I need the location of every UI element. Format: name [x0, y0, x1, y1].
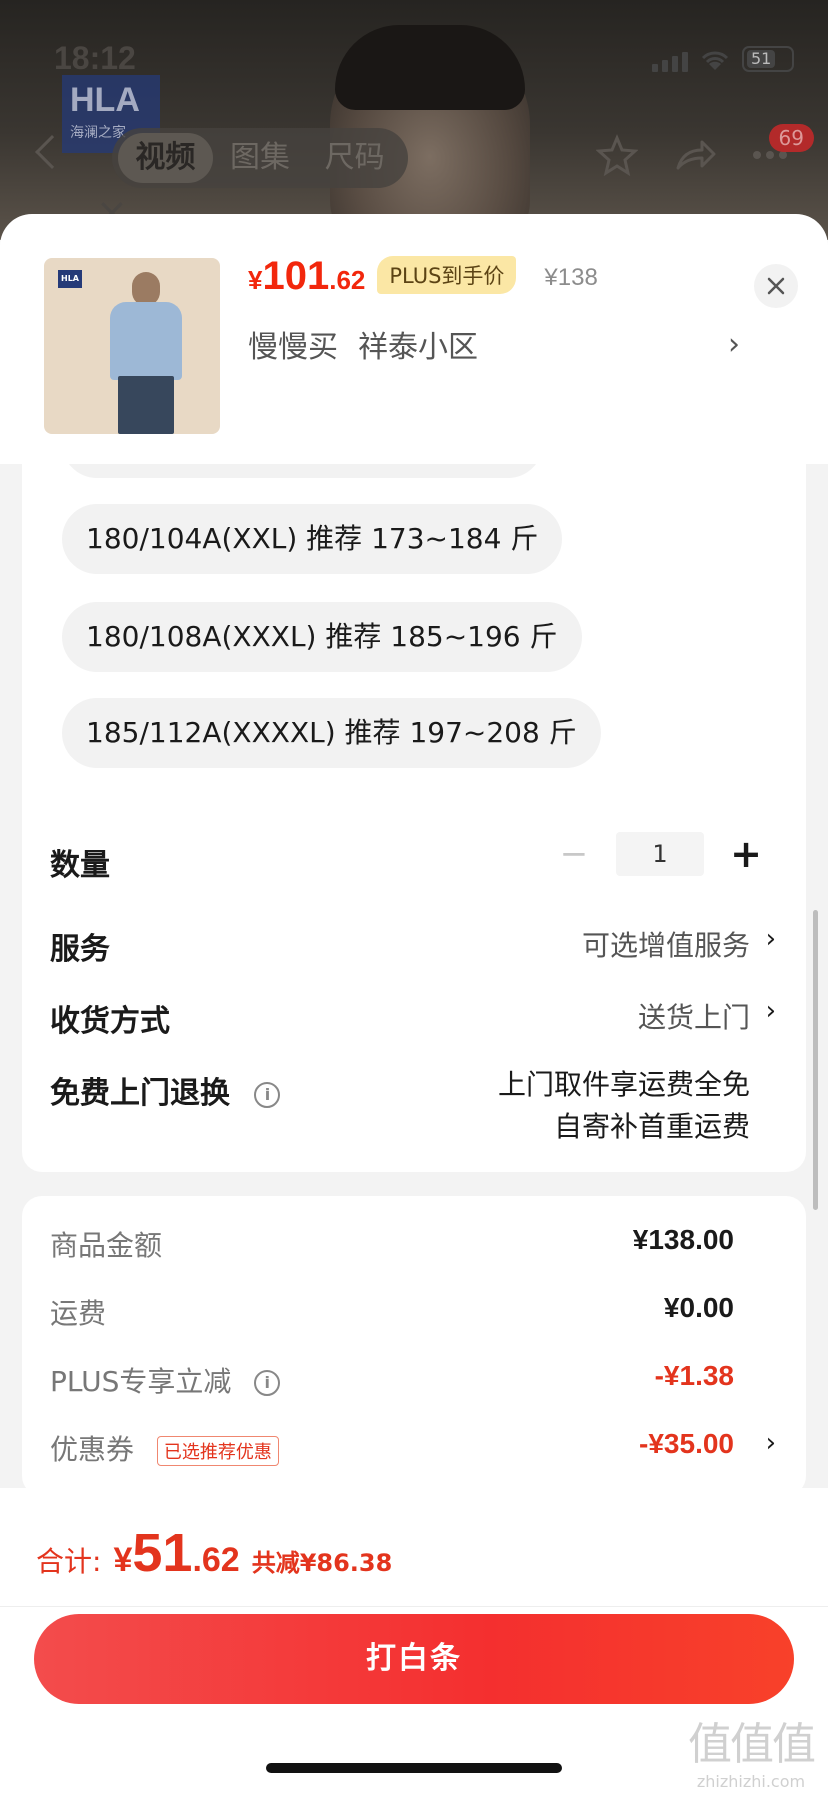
total-saved[interactable]: 共减¥86.38	[252, 1543, 393, 1578]
delivery-address-row[interactable]: 慢慢买 祥泰小区 ›	[248, 322, 740, 366]
watermark-logo: 值值值	[688, 1719, 816, 1770]
plus-price-tag: PLUS到手价	[377, 256, 517, 294]
info-icon[interactable]: i	[254, 1370, 281, 1396]
wifi-icon	[701, 51, 729, 70]
checkout-footer: 合计: ¥ 51 .62 共减¥86.38 打白条 值值值 zhizhizhi.…	[0, 1488, 828, 1793]
address-recipient: 慢慢买	[248, 330, 338, 365]
original-price: ¥138	[544, 264, 598, 291]
price-decimal: .62	[329, 265, 366, 295]
tab-video[interactable]: 视频	[118, 133, 213, 183]
size-chip[interactable]: 185/112A(XXXXL) 推荐 197~208 斤	[62, 698, 601, 768]
home-indicator[interactable]	[266, 1763, 562, 1773]
chevron-right-icon[interactable]: ›	[766, 924, 776, 954]
cellular-signal-icon	[652, 52, 688, 72]
info-icon[interactable]: i	[254, 1081, 281, 1108]
plus-discount-text: PLUS专享立减	[50, 1365, 232, 1398]
free-return-line1: 上门取件享运费全免	[497, 1068, 750, 1101]
watermark-url: zhizhizhi.com	[696, 1772, 806, 1791]
quantity-increase-button[interactable]: +	[726, 832, 766, 876]
plus-discount-label: PLUS专享立减 i	[50, 1360, 281, 1400]
model-photo-hair	[335, 25, 525, 110]
total-label: 合计:	[36, 1545, 102, 1578]
message-count-badge: 69	[768, 124, 814, 152]
delivery-method-label: 收货方式	[50, 1004, 170, 1039]
scrollbar[interactable]	[813, 910, 818, 1210]
quantity-input[interactable]: 1	[616, 832, 704, 876]
goods-amount-label: 商品金额	[50, 1229, 163, 1262]
free-return-label: 免费上门退换 i	[50, 1068, 281, 1112]
shipping-label: 运费	[50, 1297, 107, 1330]
total-integer: 51	[132, 1523, 193, 1583]
share-icon[interactable]	[674, 134, 716, 176]
quantity-label: 数量	[50, 848, 110, 883]
total-decimal: .62	[192, 1541, 240, 1579]
status-icons: 51	[652, 46, 794, 72]
free-return-text: 免费上门退换	[50, 1076, 230, 1111]
chevron-right-icon[interactable]: ›	[766, 1428, 776, 1458]
product-thumbnail[interactable]: HLA	[44, 258, 220, 434]
favorite-star-icon[interactable]	[596, 134, 638, 176]
media-tab-switcher: 视频 图集 尺码	[112, 128, 408, 188]
quantity-stepper: − 1 +	[554, 832, 766, 876]
price-integer: 101	[262, 254, 330, 298]
size-chip[interactable]: 180/104A(XXL) 推荐 173~184 斤	[62, 504, 563, 574]
coupon-selected-tag: 已选推荐优惠	[156, 1436, 279, 1466]
close-sheet-button[interactable]	[754, 264, 798, 308]
status-time: 18:12	[54, 40, 136, 76]
free-return-detail: 上门取件享运费全免 自寄补首重运费	[498, 1064, 750, 1148]
brand-logo-text: HLA	[70, 81, 140, 119]
coupon-text: 优惠券	[50, 1433, 135, 1466]
total-symbol: ¥	[113, 1541, 133, 1579]
thumbnail-brand-logo: HLA	[58, 270, 82, 288]
chevron-right-icon[interactable]: ›	[766, 996, 776, 1026]
plus-discount-value: -¥1.38	[654, 1360, 734, 1391]
price-symbol: ¥	[248, 265, 263, 295]
total-row: 合计: ¥ 51 .62 共减¥86.38	[36, 1522, 392, 1584]
purchase-sheet-header: HLA ¥ 101 .62 PLUS到手价 ¥138 慢慢买 祥泰小区 ›	[0, 214, 828, 464]
tab-size[interactable]: 尺码	[307, 133, 402, 183]
size-chip[interactable]: 180/108A(XXXL) 推荐 185~196 斤	[62, 602, 582, 672]
battery-level: 51	[747, 50, 776, 68]
product-nav-actions	[596, 134, 788, 176]
coupon-value[interactable]: -¥35.00	[639, 1428, 734, 1460]
free-return-line2: 自寄补首重运费	[553, 1110, 750, 1143]
price-row: ¥ 101 .62 PLUS到手价 ¥138	[248, 254, 598, 300]
quantity-decrease-button[interactable]: −	[554, 834, 594, 874]
coupon-label: 优惠券 已选推荐优惠	[50, 1428, 279, 1468]
service-value[interactable]: 可选增值服务	[582, 924, 750, 964]
cost-breakdown-panel: 商品金额 ¥138.00 运费 ¥0.00 PLUS专享立减 i -¥1.38 …	[22, 1196, 806, 1496]
close-icon	[767, 277, 785, 295]
chevron-right-icon: ›	[728, 326, 740, 362]
battery-icon: 51	[742, 46, 794, 72]
pay-with-baitiao-button[interactable]: 打白条	[34, 1614, 794, 1704]
tab-gallery[interactable]: 图集	[213, 133, 308, 183]
service-label: 服务	[50, 932, 110, 967]
shipping-value: ¥0.00	[663, 1292, 734, 1323]
divider	[0, 1606, 828, 1607]
spec-panel: 180/100A(XL) 推荐 161~172 斤 180/104A(XXL) …	[22, 408, 806, 1172]
watermark: 值值值 zhizhizhi.com	[688, 1708, 816, 1791]
goods-amount-value: ¥138.00	[632, 1224, 734, 1255]
delivery-method-value[interactable]: 送货上门	[638, 996, 750, 1036]
address-detail: 祥泰小区	[358, 330, 478, 365]
